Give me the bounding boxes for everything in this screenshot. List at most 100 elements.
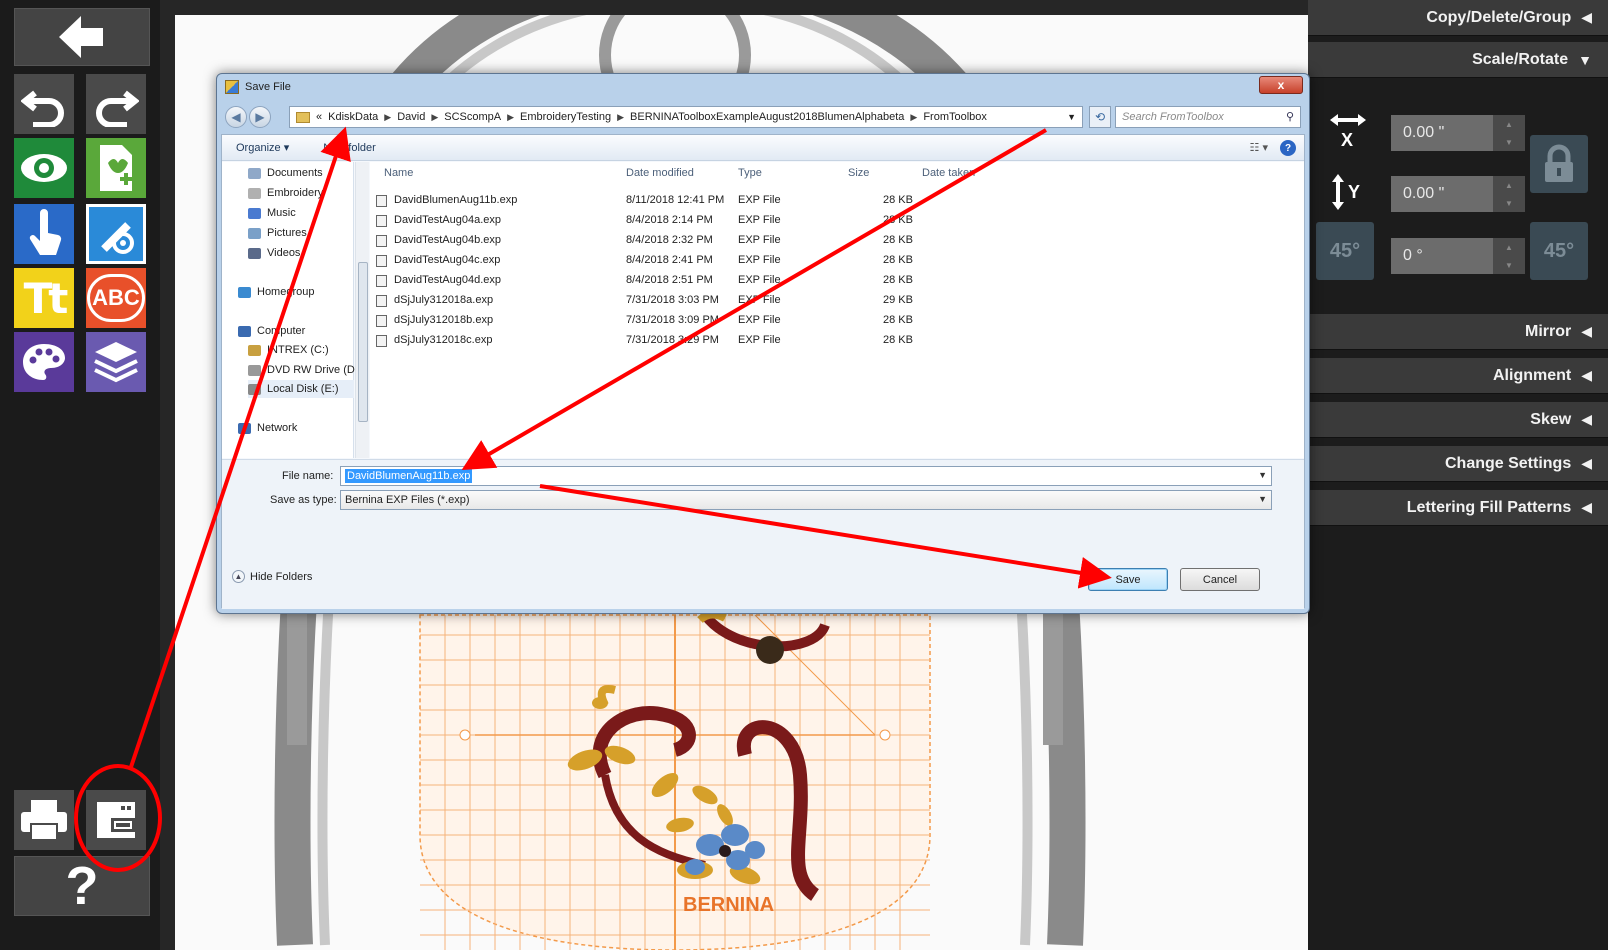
hide-folders-toggle[interactable]: ▲ Hide Folders [232,570,312,583]
text-tool-label: Tt [23,273,69,323]
file-icon [376,215,387,227]
section-alignment[interactable]: Alignment ◀ [1308,358,1608,394]
column-header-size[interactable]: Size [848,162,869,184]
nav-item-computer[interactable]: Computer [238,322,305,340]
dropdown-arrow-icon[interactable]: ▼ [1258,470,1267,480]
file-name-input[interactable]: DavidBlumenAug11b.exp ▼ [340,466,1272,486]
palette-icon [23,344,65,380]
print-button[interactable] [14,790,74,850]
scale-y-stepper[interactable]: ▲ ▼ [1493,176,1525,212]
help-button[interactable]: ? [14,856,150,916]
section-lettering-fill-patterns[interactable]: Lettering Fill Patterns ◀ [1308,490,1608,526]
nav-item-network[interactable]: Network [238,419,297,437]
nav-item-pictures[interactable]: Pictures [248,224,307,242]
breadcrumb-chevron-icon[interactable]: ▶ [431,112,438,123]
file-row[interactable]: DavidTestAug04b.exp 8/4/2018 2:32 PM EXP F… [370,231,930,251]
column-header-type[interactable]: Type [738,162,762,184]
organize-menu[interactable]: Organize ▾ [236,141,289,154]
help-icon[interactable]: ? [1280,140,1296,156]
nav-item-documents[interactable]: Documents [248,164,323,182]
back-nav-button[interactable]: ◀ [225,106,247,128]
rotate-stepper[interactable]: ▲ ▼ [1493,238,1525,274]
section-scale-rotate[interactable]: Scale/Rotate ▼ [1308,42,1608,78]
file-row[interactable]: DavidTestAug04a.exp 8/4/2018 2:14 PM EXP F… [370,211,930,231]
undo-button[interactable] [14,74,74,134]
file-row[interactable]: dSjJuly312018a.exp 7/31/2018 3:03 PM EXP F… [370,291,930,311]
nav-pane-scrollbar[interactable] [355,162,369,458]
breadcrumb-chevron-icon[interactable]: ▶ [384,112,391,123]
breadcrumb-chevron-icon[interactable]: ▶ [507,112,514,123]
dropdown-arrow-icon[interactable]: ▼ [1258,494,1267,504]
color-palette-button[interactable] [14,332,74,392]
column-header-date-taken[interactable]: Date taken [922,162,975,184]
breadcrumb-item[interactable]: KdiskData [328,111,378,123]
back-button[interactable] [14,8,150,66]
save-type-select[interactable]: Bernina EXP Files (*.exp) ▼ [340,490,1272,510]
breadcrumb-item[interactable]: David [397,111,425,123]
redo-button[interactable] [86,74,146,134]
file-row[interactable]: dSjJuly312018c.exp 7/31/2018 3:29 PM EXP F… [370,331,930,351]
address-dropdown-icon[interactable]: ▼ [1067,112,1076,122]
view-button[interactable] [14,138,74,198]
file-row[interactable]: DavidBlumenAug11b.exp 8/11/2018 12:41 PM E… [370,191,930,211]
close-button[interactable]: x [1259,76,1303,94]
save-button[interactable]: Save [1088,568,1168,591]
nav-item-label: Local Disk (E:) [267,383,339,395]
column-header-date-modified[interactable]: Date modified [626,162,694,184]
nav-item-homegroup[interactable]: Homegroup [238,283,314,301]
breadcrumb-item[interactable]: FromToolbox [923,111,987,123]
edit-settings-button[interactable] [86,204,146,264]
rotate-input[interactable]: 0 ° [1391,238,1493,274]
monogram-button[interactable]: ABC [86,268,146,328]
forward-nav-button[interactable]: ▶ [249,106,271,128]
send-to-machine-button[interactable] [86,790,146,850]
file-row[interactable]: DavidTestAug04d.exp 8/4/2018 2:51 PM EXP F… [370,271,930,291]
nav-item-drive-d[interactable]: DVD RW Drive (D:) [248,361,362,379]
scale-y-input[interactable]: 0.00 " [1391,176,1493,212]
address-bar[interactable]: « KdiskData ▶ David ▶ SCScompA ▶ Embroid… [289,106,1083,128]
computer-icon [238,325,251,337]
nav-item-drive-c[interactable]: INTREX (C:) [248,341,329,359]
app-window: Tt ABC ? BERNINA Copy/Delete/Group ◀ Sca… [0,0,1608,950]
cancel-button[interactable]: Cancel [1180,568,1260,591]
text-button[interactable]: Tt [14,268,74,328]
view-options-icon[interactable]: ☷ ▾ [1250,141,1268,154]
breadcrumb-item[interactable]: BERNINAToolboxExampleAugust2018BlumenAlp… [630,111,904,123]
nav-item-music[interactable]: Music [248,204,296,222]
file-row[interactable]: DavidTestAug04c.exp 8/4/2018 2:41 PM EXP F… [370,251,930,271]
breadcrumb-chevron-icon[interactable]: ▶ [910,112,917,123]
save-type-label: Save as type: [270,494,337,506]
select-button[interactable] [14,204,74,264]
section-skew[interactable]: Skew ◀ [1308,402,1608,438]
search-input[interactable]: Search FromToolbox ⚲ [1115,106,1301,128]
breadcrumb-item[interactable]: EmbroideryTesting [520,111,611,123]
new-folder-button[interactable]: New folder [323,142,376,154]
nav-item-embroidery[interactable]: Embroidery [248,184,323,202]
section-copy-delete-group[interactable]: Copy/Delete/Group ◀ [1308,0,1608,36]
dialog-titlebar[interactable]: Save File x [217,74,1309,100]
breadcrumb-chevron-icon[interactable]: ▶ [617,112,624,123]
nav-item-label: Computer [257,325,306,337]
section-mirror[interactable]: Mirror ◀ [1308,314,1608,350]
scrollbar-thumb[interactable] [358,262,368,422]
new-design-button[interactable] [86,138,146,198]
breadcrumb-item[interactable]: SCScompA [444,111,501,123]
nav-item-videos[interactable]: Videos [248,244,300,262]
column-header-name[interactable]: Name [384,162,413,184]
section-label: Skew [1530,410,1572,428]
refresh-button[interactable]: ⟲ [1089,106,1111,128]
scale-x-input[interactable]: 0.00 " [1391,115,1493,151]
breadcrumb-overflow[interactable]: « [316,111,322,123]
rotate-left-button[interactable]: 45° [1316,222,1374,280]
file-date: 7/31/2018 3:29 PM [626,334,719,346]
scale-y-value: 0.00 " [1403,185,1445,202]
file-row[interactable]: dSjJuly312018b.exp 7/31/2018 3:09 PM EXP F… [370,311,930,331]
nav-item-drive-e[interactable]: Local Disk (E:) [248,380,354,398]
scale-x-stepper[interactable]: ▲ ▼ [1493,115,1525,151]
layers-button[interactable] [86,332,146,392]
folder-icon [296,111,310,123]
section-change-settings[interactable]: Change Settings ◀ [1308,446,1608,482]
rotate-right-button[interactable]: 45° [1530,222,1588,280]
lock-proportions-button[interactable] [1530,135,1588,193]
file-icon [376,335,387,347]
